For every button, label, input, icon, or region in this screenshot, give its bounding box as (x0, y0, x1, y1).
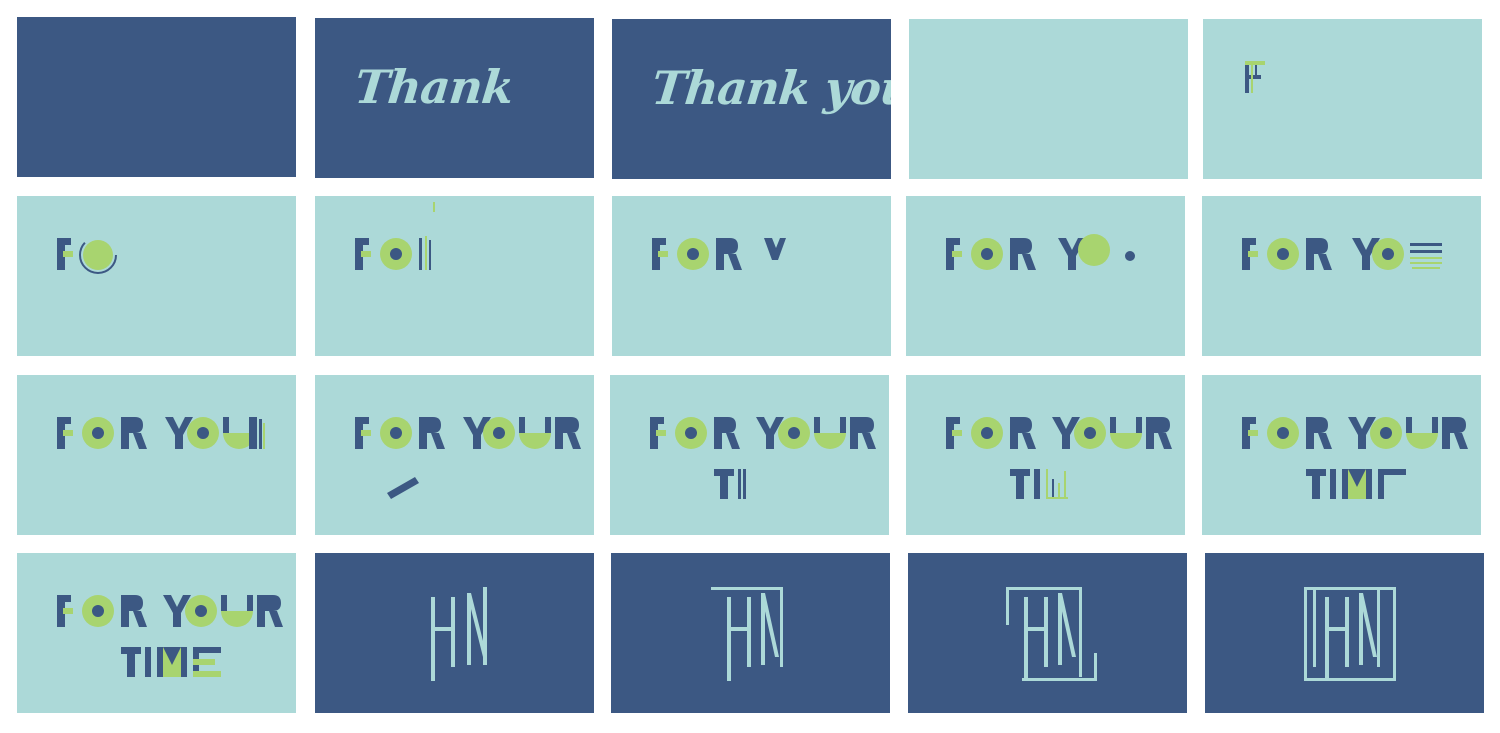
hn-monogram-full-graphic (1304, 587, 1396, 681)
frame-for-your-ti (610, 375, 889, 535)
for-graphic (355, 202, 435, 270)
letter-f-graphic (1245, 61, 1265, 93)
frame-for-your-time-partial (1202, 375, 1481, 535)
frame-for-your-time (17, 553, 296, 713)
fo-graphic (57, 236, 117, 274)
frame-for (315, 196, 594, 356)
hn-monogram-graphic (431, 587, 487, 681)
for-yo-graphic (946, 234, 1135, 270)
for-your-ti-graphic (650, 417, 876, 499)
for-your-tim-graphic (946, 417, 1172, 499)
for-your-partial-graphic (57, 417, 265, 449)
for-yo-stripes-graphic (1242, 238, 1442, 270)
for-your-time-partial-graphic (1242, 417, 1468, 499)
frame-for-your-partial (17, 375, 296, 535)
frame-blank-navy (17, 17, 296, 177)
frame-letter-f (1203, 19, 1482, 179)
for-your-time-graphic (57, 595, 283, 677)
frame-hn-frame-top (611, 553, 890, 713)
frame-for-y (612, 196, 891, 356)
frame-fo (17, 196, 296, 356)
frame-hn (315, 553, 594, 713)
frame-for-yo (906, 196, 1185, 356)
hn-monogram-top-graphic (711, 587, 783, 681)
for-y-graphic (652, 238, 786, 270)
frame-blank-mint (909, 19, 1188, 179)
frame-for-your-tim (906, 375, 1185, 535)
frame-thank: Thank (315, 18, 594, 178)
for-your-slash-graphic (355, 417, 581, 499)
frame-for-your-slash (315, 375, 594, 535)
thank-you-text: Thank you (649, 61, 891, 115)
thank-text: Thank (352, 60, 516, 114)
frame-thank-you: Thank you (612, 19, 891, 179)
frame-hn-frame-partial (908, 553, 1187, 713)
hn-monogram-partial-graphic (1006, 587, 1097, 681)
frame-for-yo-stripes (1202, 196, 1481, 356)
frame-hn-frame-full (1205, 553, 1484, 713)
